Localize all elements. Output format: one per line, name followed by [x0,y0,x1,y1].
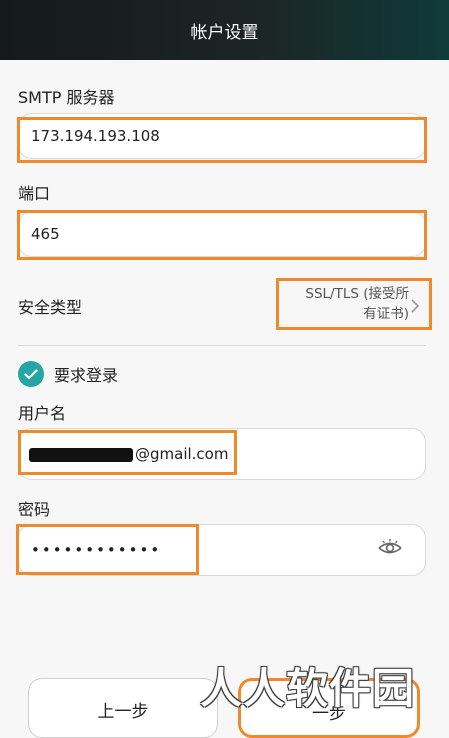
divider [18,345,426,346]
require-login-row[interactable]: 要求登录 [18,360,118,388]
smtp-server-label: SMTP 服务器 [18,88,115,107]
smtp-server-field[interactable]: 173.194.193.108 [18,113,426,159]
redacted-username-block [29,448,133,462]
require-login-label: 要求登录 [54,366,119,385]
security-type-value-line1: SSL/TLS (接受所 [305,286,409,302]
page-title: 帐户设置 [190,22,259,43]
password-field[interactable]: •••••••••••• [18,524,426,576]
security-type-selector[interactable]: SSL/TLS (接受所 有证书) [276,278,432,330]
username-label: 用户名 [18,404,67,423]
chevron-right-icon [411,299,420,313]
eye-icon[interactable] [377,539,403,557]
port-label: 端口 [18,184,51,203]
port-value: 465 [31,225,60,243]
smtp-server-value: 173.194.193.108 [31,127,160,145]
password-masked-value: •••••••••••• [31,541,162,559]
security-type-value: SSL/TLS (接受所 有证书) [287,284,409,324]
username-field[interactable]: @gmail.com [18,428,426,480]
watermark-text: 人人软件园 [200,664,416,713]
password-label: 密码 [18,500,51,519]
security-type-value-line2: 有证书) [363,306,409,322]
checkbox-checked-icon[interactable] [18,361,44,387]
username-domain-suffix: @gmail.com [135,445,229,463]
previous-step-label: 上一步 [97,702,149,722]
previous-step-button[interactable]: 上一步 [28,678,218,738]
security-type-row[interactable]: 安全类型 SSL/TLS (接受所 有证书) [0,278,449,334]
security-type-label: 安全类型 [18,298,83,317]
port-field[interactable]: 465 [18,211,426,257]
title-bar: 帐户设置 [0,0,449,60]
